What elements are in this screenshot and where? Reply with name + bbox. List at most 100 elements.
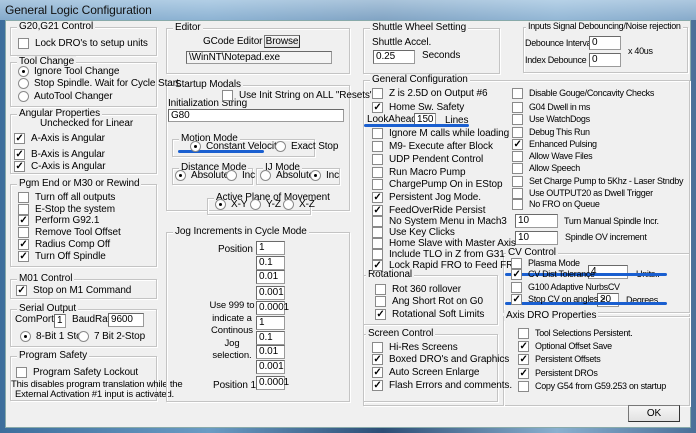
jog-increment-input-1[interactable]: 1 bbox=[256, 241, 285, 255]
checkbox-ignore-m-calls-while-loading[interactable]: Ignore M calls while loading bbox=[372, 127, 509, 139]
spindle-ov-input[interactable]: 10 bbox=[515, 231, 558, 245]
checkbox-unchecked-icon[interactable] bbox=[512, 113, 523, 125]
checkbox-rot-360-rollover[interactable]: Rot 360 rollover bbox=[375, 283, 461, 295]
checkbox-checked-icon[interactable]: ✓ bbox=[16, 284, 27, 296]
checkbox-checked-icon[interactable]: ✓ bbox=[372, 379, 383, 391]
checkbox-unchecked-icon[interactable] bbox=[512, 187, 523, 199]
checkbox-unchecked-icon[interactable] bbox=[16, 366, 27, 378]
checkbox-run-macro-pump[interactable]: Run Macro Pump bbox=[372, 166, 466, 178]
shuttle-accel-input[interactable]: 0.25 bbox=[373, 50, 415, 64]
checkbox-allow-wave-files[interactable]: Allow Wave Files bbox=[512, 150, 593, 162]
comport-input[interactable]: 1 bbox=[54, 314, 66, 328]
checkbox-unchecked-icon[interactable] bbox=[372, 237, 383, 249]
checkbox-boxed-dro-s-and-graphics[interactable]: ✓ Boxed DRO's and Graphics bbox=[372, 353, 509, 365]
checkbox-checked-icon[interactable]: ✓ bbox=[14, 148, 25, 160]
ok-button[interactable]: OK bbox=[628, 405, 680, 422]
radio-unselected-icon[interactable] bbox=[275, 140, 286, 152]
checkbox-checked-icon[interactable]: ✓ bbox=[512, 138, 523, 150]
checkbox-unchecked-icon[interactable] bbox=[18, 37, 29, 49]
checkbox-lock-rapid-fro-to-feed-fro[interactable]: ✓ Lock Rapid FRO to Feed FRO bbox=[372, 259, 521, 271]
checkbox-unchecked-icon[interactable] bbox=[511, 281, 522, 293]
checkbox-checked-icon[interactable]: ✓ bbox=[372, 353, 383, 365]
checkbox-checked-icon[interactable]: ✓ bbox=[511, 293, 522, 305]
debounce-interval-input[interactable]: 0 bbox=[589, 36, 621, 50]
radio-unselected-icon[interactable] bbox=[226, 169, 237, 181]
radio-x-z[interactable]: X-Z bbox=[283, 198, 315, 210]
checkbox-unchecked-icon[interactable] bbox=[372, 153, 383, 165]
baudrate-input[interactable]: 9600 bbox=[108, 313, 144, 327]
radio-7-bit-2-stop[interactable]: 7 Bit 2-Stop bbox=[78, 330, 145, 342]
checkbox-unchecked-icon[interactable] bbox=[18, 226, 29, 238]
radio-selected-icon[interactable] bbox=[190, 140, 201, 152]
checkbox-unchecked-icon[interactable] bbox=[512, 101, 523, 113]
checkbox-unchecked-icon[interactable] bbox=[372, 248, 383, 260]
jog-increment-input-8[interactable]: 0.01 bbox=[256, 345, 285, 359]
checkbox-unchecked-icon[interactable] bbox=[372, 140, 383, 152]
checkbox-checked-icon[interactable]: ✓ bbox=[372, 259, 383, 271]
radio-x-y[interactable]: X-Y bbox=[215, 198, 247, 210]
checkbox-turn-off-all-outputs[interactable]: Turn off all outputs bbox=[18, 191, 115, 203]
checkbox-checked-icon[interactable]: ✓ bbox=[518, 353, 529, 365]
radio-selected-icon[interactable] bbox=[20, 330, 31, 342]
checkbox-rotational-soft-limits[interactable]: ✓ Rotational Soft Limits bbox=[375, 308, 484, 320]
checkbox-checked-icon[interactable]: ✓ bbox=[375, 308, 386, 320]
checkbox-z-is-2-5d-on-output-6[interactable]: Z is 2.5D on Output #6 bbox=[372, 87, 488, 99]
checkbox-checked-icon[interactable]: ✓ bbox=[18, 238, 29, 250]
checkbox-stop-cv-on-angles[interactable]: ✓ Stop CV on angles > bbox=[511, 293, 605, 305]
checkbox-checked-icon[interactable]: ✓ bbox=[372, 191, 383, 203]
checkbox-udp-pendent-control[interactable]: UDP Pendent Control bbox=[372, 153, 483, 165]
checkbox-persistent-offsets[interactable]: ✓ Persistent Offsets bbox=[518, 353, 601, 365]
checkbox-unchecked-icon[interactable] bbox=[512, 175, 523, 187]
radio-selected-icon[interactable] bbox=[310, 169, 321, 181]
radio-absolute[interactable]: Absolute bbox=[175, 169, 229, 181]
radio-selected-icon[interactable] bbox=[215, 198, 226, 210]
checkbox-auto-screen-enlarge[interactable]: ✓ Auto Screen Enlarge bbox=[372, 366, 479, 378]
checkbox-checked-icon[interactable]: ✓ bbox=[518, 367, 529, 379]
checkbox-unchecked-icon[interactable] bbox=[518, 327, 529, 339]
checkbox-remove-tool-offset[interactable]: Remove Tool Offset bbox=[18, 226, 121, 238]
checkbox-hi-res-screens[interactable]: Hi-Res Screens bbox=[372, 341, 458, 353]
radio-absolute[interactable]: Absolute bbox=[260, 169, 314, 181]
checkbox-unchecked-icon[interactable] bbox=[512, 162, 523, 174]
checkbox-cv-dist-tolerance[interactable]: ✓ CV Dist Tolerance bbox=[511, 268, 595, 280]
index-debounce-input[interactable]: 0 bbox=[589, 53, 621, 67]
checkbox-tool-selections-persistent[interactable]: Tool Selections Persistent. bbox=[518, 327, 633, 339]
radio-inc[interactable]: Inc bbox=[226, 169, 255, 181]
checkbox-unchecked-icon[interactable] bbox=[372, 87, 383, 99]
jog-increment-input-9[interactable]: 0.001 bbox=[256, 360, 285, 374]
checkbox-unchecked-icon[interactable] bbox=[372, 127, 383, 139]
checkbox-use-init-string-on-all-resets[interactable]: Use Init String on ALL "Resets" bbox=[222, 89, 373, 101]
checkbox-g100-adaptive-nurbscv[interactable]: G100 Adaptive NurbsCV bbox=[511, 281, 620, 293]
radio-inc[interactable]: Inc bbox=[310, 169, 339, 181]
browse-button[interactable]: Browse bbox=[264, 35, 300, 48]
checkbox-b-axis-is-angular[interactable]: ✓ B-Axis is Angular bbox=[14, 148, 105, 160]
checkbox-checked-icon[interactable]: ✓ bbox=[372, 366, 383, 378]
radio-constant-velocity[interactable]: Constant Velocity bbox=[190, 140, 282, 152]
checkbox-m9-execute-after-block[interactable]: M9- Execute after Block bbox=[372, 140, 493, 152]
checkbox-checked-icon[interactable]: ✓ bbox=[18, 214, 29, 226]
checkbox-unchecked-icon[interactable] bbox=[372, 166, 383, 178]
checkbox-persistent-jog-mode[interactable]: ✓ Persistent Jog Mode. bbox=[372, 191, 481, 203]
jog-increment-input-10[interactable]: 0.0001 bbox=[256, 376, 289, 390]
checkbox-allow-speech[interactable]: Allow Speech bbox=[512, 162, 580, 174]
checkbox-unchecked-icon[interactable] bbox=[372, 226, 383, 238]
checkbox-checked-icon[interactable]: ✓ bbox=[372, 204, 383, 216]
checkbox-unchecked-icon[interactable] bbox=[512, 87, 523, 99]
checkbox-copy-g54-from-g59-253-on-startup[interactable]: Copy G54 from G59.253 on startup bbox=[518, 380, 666, 392]
radio-unselected-icon[interactable] bbox=[78, 330, 89, 342]
checkbox-program-safety-lockout[interactable]: Program Safety Lockout bbox=[16, 366, 138, 378]
checkbox-unchecked-icon[interactable] bbox=[512, 198, 523, 210]
radio-unselected-icon[interactable] bbox=[250, 198, 261, 210]
radio-stop-spindle-wait-for-cycle-start[interactable]: Stop Spindle. Wait for Cycle Start. bbox=[18, 77, 181, 89]
checkbox-unchecked-icon[interactable] bbox=[375, 295, 386, 307]
checkbox-ang-short-rot-on-g0[interactable]: Ang Short Rot on G0 bbox=[375, 295, 483, 307]
radio-unselected-icon[interactable] bbox=[260, 169, 271, 181]
radio-exact-stop[interactable]: Exact Stop bbox=[275, 140, 338, 152]
checkbox-chargepump-on-in-estop[interactable]: ChargePump On in EStop bbox=[372, 178, 503, 190]
checkbox-c-axis-is-angular[interactable]: ✓ C-Axis is Angular bbox=[14, 160, 106, 172]
checkbox-use-watchdogs[interactable]: Use WatchDogs bbox=[512, 113, 590, 125]
checkbox-unchecked-icon[interactable] bbox=[372, 341, 383, 353]
radio-selected-icon[interactable] bbox=[18, 65, 29, 77]
spindle-incr-input[interactable]: 10 bbox=[515, 214, 558, 228]
checkbox-set-charge-pump-to-5khz-laser-stndby[interactable]: Set Charge Pump to 5Khz - Laser Stndby bbox=[512, 175, 684, 187]
